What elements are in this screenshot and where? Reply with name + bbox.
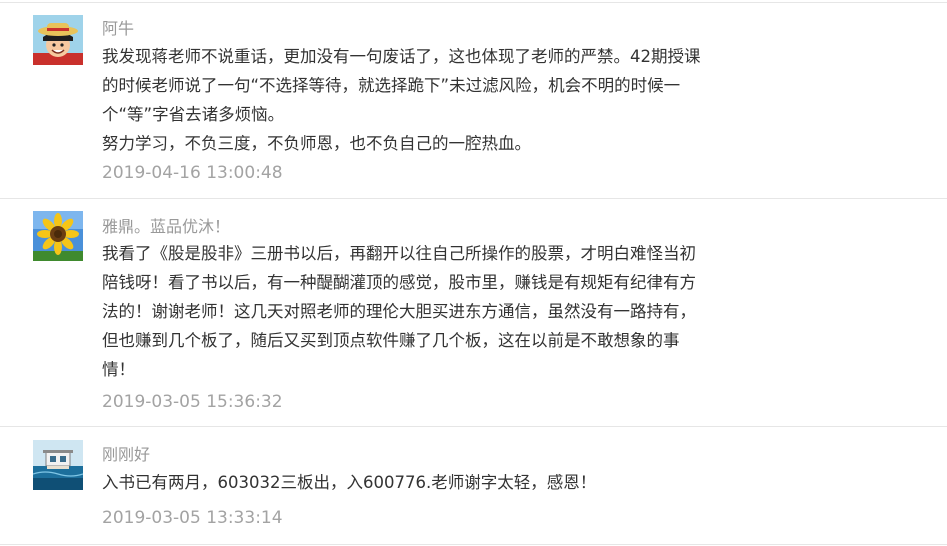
- comment-text-line: 个“等”字省去诸多烦恼。: [102, 105, 285, 124]
- seaside-house-avatar-icon[interactable]: [33, 440, 83, 490]
- comment-text-line: 法的！谢谢老师！这几天对照老师的理伦大胆买进东方通信，虽然没有一路持有，: [102, 302, 696, 321]
- comment-text-line: 的时候老师说了一句“不选择等待，就选择跪下”未过滤风险，机会不明的时候一: [102, 76, 681, 95]
- comment-item: 刚刚好 入书已有两月，603032三板出，入600776.老师谢字太轻，感恩！ …: [0, 426, 947, 545]
- anime-straw-hat-avatar-icon[interactable]: [33, 15, 83, 65]
- comment-content: 我发现蒋老师不说重话，更加没有一句废话了，这也体现了老师的严禁。42期授课 的时…: [102, 42, 742, 158]
- comment-text-line: 努力学习，不负三度，不负师恩，也不负自己的一腔热血。: [102, 134, 531, 153]
- comment-text-line: 但也赚到几个板了，随后又买到顶点软件赚了几个板，这在以前是不敢想象的事: [102, 331, 680, 350]
- divider: [0, 544, 947, 545]
- comment-item: 阿牛 我发现蒋老师不说重话，更加没有一句废话了，这也体现了老师的严禁。42期授课…: [0, 2, 947, 199]
- sunflower-avatar-icon[interactable]: [33, 211, 83, 261]
- comment-timestamp: 2019-04-16 13:00:48: [102, 163, 283, 183]
- comment-content: 我看了《股是股非》三册书以后，再翻开以往自己所操作的股票，才明白难怪当初 陪钱呀…: [102, 239, 742, 384]
- comment-timestamp: 2019-03-05 13:33:14: [102, 508, 283, 528]
- comment-text-line: 我看了《股是股非》三册书以后，再翻开以往自己所操作的股票，才明白难怪当初: [102, 244, 696, 263]
- comment-text-line: 陪钱呀！看了书以后，有一种醍醐灌顶的感觉，股市里，赚钱是有规矩有纪律有方: [102, 273, 696, 292]
- comment-item: 雅鼎。蓝品优沐！ 我看了《股是股非》三册书以后，再翻开以往自己所操作的股票，才明…: [0, 198, 947, 427]
- comment-username[interactable]: 阿牛: [102, 19, 134, 39]
- comment-text-line: 情！: [102, 360, 135, 379]
- comment-timestamp: 2019-03-05 15:36:32: [102, 392, 283, 412]
- comment-text-line: 入书已有两月，603032三板出，入600776.老师谢字太轻，感恩！: [102, 473, 597, 492]
- comment-text-line: 我发现蒋老师不说重话，更加没有一句废话了，这也体现了老师的严禁。42期授课: [102, 47, 701, 66]
- comment-username[interactable]: 雅鼎。蓝品优沐！: [102, 217, 230, 237]
- comment-username[interactable]: 刚刚好: [102, 445, 150, 465]
- comment-content: 入书已有两月，603032三板出，入600776.老师谢字太轻，感恩！: [102, 468, 742, 497]
